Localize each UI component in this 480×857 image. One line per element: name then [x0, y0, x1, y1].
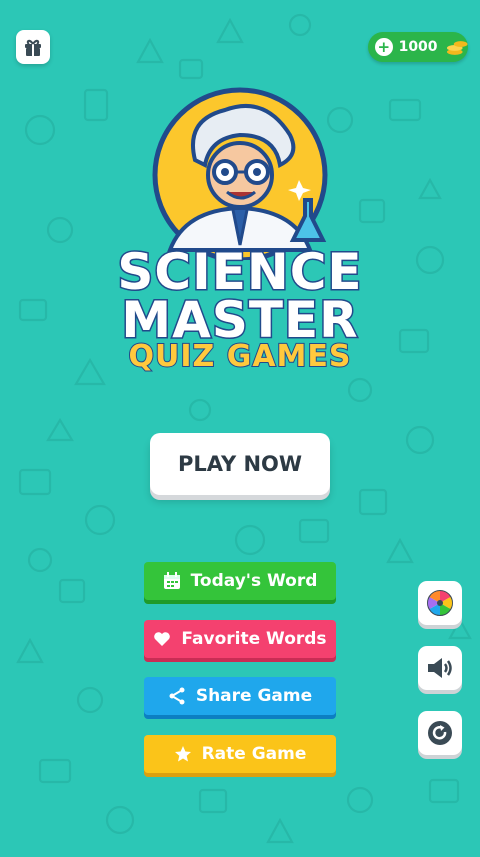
- coin-balance[interactable]: + 1000: [368, 32, 468, 62]
- coin-count: 1000: [398, 39, 438, 55]
- rate-game-label: Rate Game: [201, 744, 307, 764]
- refresh-icon: [428, 721, 452, 745]
- restore-button[interactable]: [418, 711, 462, 755]
- spin-wheel-icon: [427, 590, 453, 616]
- spin-wheel-button[interactable]: [418, 581, 462, 625]
- sound-toggle-button[interactable]: [418, 646, 462, 690]
- add-coins-icon[interactable]: +: [375, 38, 393, 56]
- share-game-button[interactable]: Share Game: [144, 677, 336, 715]
- play-now-button[interactable]: PLAY NOW: [150, 433, 330, 495]
- share-game-label: Share Game: [195, 686, 313, 706]
- star-icon: [174, 745, 192, 763]
- todays-word-button[interactable]: Today's Word: [144, 562, 336, 600]
- favorite-words-button[interactable]: Favorite Words: [144, 620, 336, 658]
- rate-game-button[interactable]: Rate Game: [144, 735, 336, 773]
- coin-stack-icon: [446, 41, 468, 55]
- calendar-icon: [163, 572, 181, 590]
- share-icon: [168, 687, 186, 705]
- gift-icon: [25, 39, 41, 56]
- heart-icon: [153, 631, 171, 647]
- gift-button[interactable]: [16, 30, 50, 64]
- logo-line-quiz-games: QUIZ GAMES: [127, 338, 352, 375]
- favorite-words-label: Favorite Words: [181, 629, 327, 649]
- scientist-mascot: [152, 87, 328, 260]
- todays-word-label: Today's Word: [190, 571, 318, 591]
- speaker-icon: [428, 658, 452, 678]
